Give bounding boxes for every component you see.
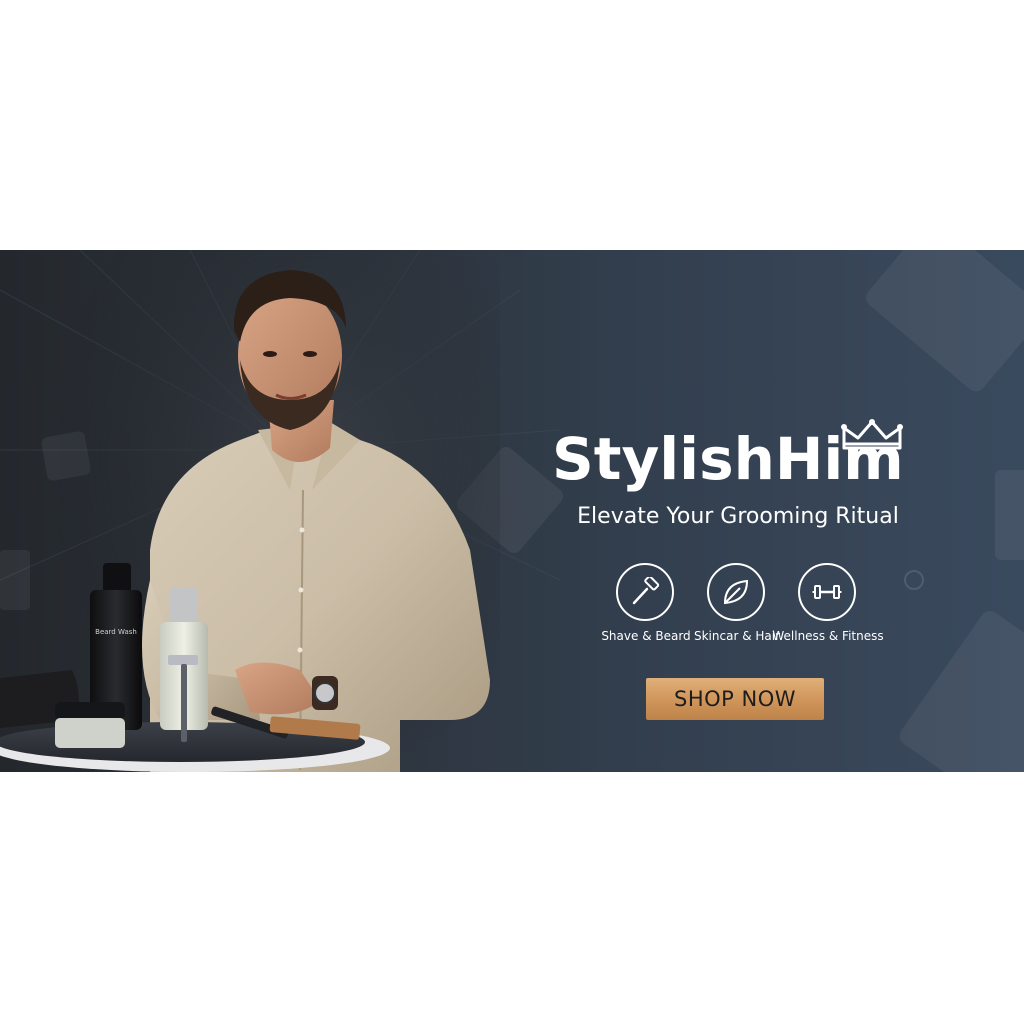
dumbbell-icon bbox=[798, 563, 856, 621]
bottle-label: Beard Wash bbox=[95, 628, 137, 636]
shop-now-button[interactable]: SHOP NOW bbox=[646, 678, 824, 720]
leaf-icon bbox=[707, 563, 765, 621]
feature-label: Wellness & Fitness bbox=[772, 629, 884, 643]
hero-banner: Beard Wash StylishHim Elevate Your Groom… bbox=[0, 250, 1024, 772]
razor-icon bbox=[616, 563, 674, 621]
tagline: Elevate Your Grooming Ritual bbox=[577, 504, 899, 529]
crown-icon bbox=[841, 419, 903, 450]
hero-photo: Beard Wash bbox=[0, 250, 500, 772]
page: Beard Wash StylishHim Elevate Your Groom… bbox=[0, 0, 1024, 1024]
feature-wellness[interactable]: Wellness & Fitness bbox=[768, 563, 888, 653]
brand-logo: StylishHim bbox=[552, 418, 912, 498]
